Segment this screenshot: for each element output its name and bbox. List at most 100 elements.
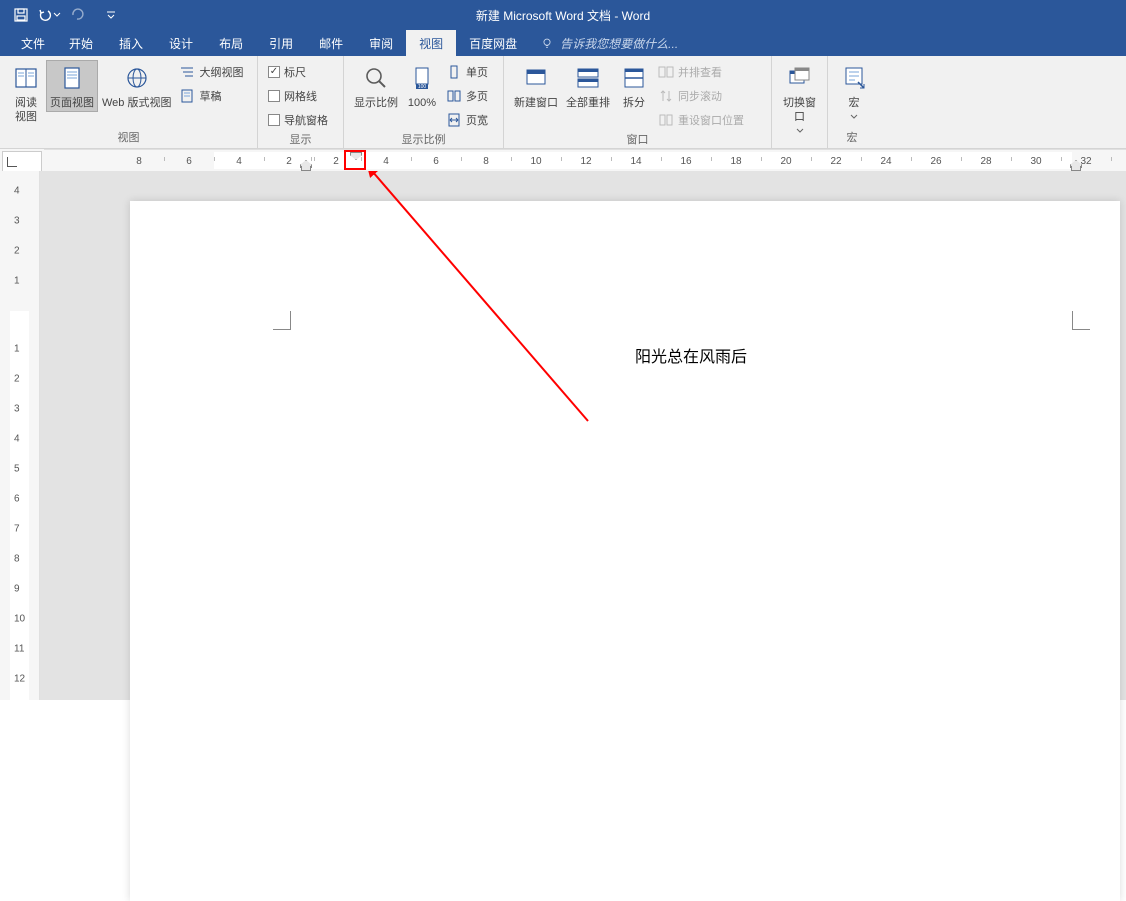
navpane-label: 导航窗格 xyxy=(284,112,328,128)
annotation-highlight-box xyxy=(344,150,366,170)
sync-scroll-icon xyxy=(658,88,674,104)
tab-file[interactable]: 文件 xyxy=(10,30,56,56)
ruler-label: 标尺 xyxy=(284,64,306,80)
tab-design[interactable]: 设计 xyxy=(156,30,206,56)
switch-windows-button[interactable]: 切换窗口 xyxy=(778,60,821,140)
page[interactable]: 阳光总在风雨后 xyxy=(130,201,1120,901)
checkbox-icon xyxy=(268,66,280,78)
group-switch-window: 切换窗口 xyxy=(772,56,828,148)
tab-mailings[interactable]: 邮件 xyxy=(306,30,356,56)
gridlines-checkbox[interactable]: 网格线 xyxy=(268,86,328,106)
ribbon-tabs: 文件 开始 插入 设计 布局 引用 邮件 审阅 视图 百度网盘 告诉我您想要做什… xyxy=(0,30,1126,56)
tell-me-placeholder: 告诉我您想要做什么... xyxy=(560,35,678,52)
window-title: 新建 Microsoft Word 文档 - Word xyxy=(476,7,650,24)
zoom-label: 显示比例 xyxy=(354,96,398,110)
sync-scroll-label: 同步滚动 xyxy=(678,88,722,104)
zoom-100-button[interactable]: 100 100% xyxy=(402,60,442,112)
tab-stop-selector[interactable] xyxy=(2,151,42,173)
svg-text:100: 100 xyxy=(418,84,427,90)
hanging-indent-marker[interactable] xyxy=(300,160,312,171)
customize-qat-button[interactable] xyxy=(104,3,118,27)
split-button[interactable]: 拆分 xyxy=(614,60,654,112)
web-layout-button[interactable]: Web 版式视图 xyxy=(98,60,175,112)
tab-layout[interactable]: 布局 xyxy=(206,30,256,56)
group-macros: 宏 宏 xyxy=(828,56,876,148)
quick-access-toolbar xyxy=(0,3,118,27)
book-icon xyxy=(12,64,40,92)
arrange-all-button[interactable]: 全部重排 xyxy=(562,60,614,112)
split-label: 拆分 xyxy=(623,96,645,110)
sync-scroll-button: 同步滚动 xyxy=(658,86,744,106)
reset-window-pos-button: 重设窗口位置 xyxy=(658,110,744,130)
redo-button[interactable] xyxy=(64,3,90,27)
read-mode-label: 阅读 视图 xyxy=(15,96,37,124)
tab-insert[interactable]: 插入 xyxy=(106,30,156,56)
qat-separator xyxy=(92,3,102,27)
tab-review[interactable]: 审阅 xyxy=(356,30,406,56)
one-page-label: 单页 xyxy=(466,64,488,80)
macros-button[interactable]: 宏 xyxy=(834,60,874,126)
new-window-button[interactable]: 新建窗口 xyxy=(510,60,562,112)
one-page-button[interactable]: 单页 xyxy=(446,62,488,82)
chevron-down-icon xyxy=(106,10,116,20)
print-layout-button[interactable]: 页面视图 xyxy=(46,60,98,112)
group-views: 阅读 视图 页面视图 Web 版式视图 大纲视图 草稿 视图 xyxy=(0,56,258,148)
tab-baidu[interactable]: 百度网盘 xyxy=(456,30,530,56)
draft-view-button[interactable]: 草稿 xyxy=(179,86,243,106)
side-by-side-icon xyxy=(658,64,674,80)
group-zoom-label: 显示比例 xyxy=(350,132,497,148)
chevron-down-icon xyxy=(53,11,61,19)
page-width-icon xyxy=(446,112,462,128)
right-indent-marker[interactable] xyxy=(1070,160,1082,171)
reset-pos-icon xyxy=(658,112,674,128)
draft-label: 草稿 xyxy=(199,88,221,104)
new-window-icon xyxy=(522,64,550,92)
ruler-ticks: 8642246810121416182022242628303234363840… xyxy=(44,150,1126,171)
save-button[interactable] xyxy=(8,3,34,27)
tab-home[interactable]: 开始 xyxy=(56,30,106,56)
new-window-label: 新建窗口 xyxy=(514,96,558,110)
outline-icon xyxy=(179,64,195,80)
outline-view-button[interactable]: 大纲视图 xyxy=(179,62,243,82)
page-100-icon: 100 xyxy=(408,64,436,92)
document-canvas[interactable]: 阳光总在风雨后 xyxy=(40,171,1126,700)
web-layout-label: Web 版式视图 xyxy=(102,96,171,110)
tab-view[interactable]: 视图 xyxy=(406,30,456,56)
save-icon xyxy=(13,7,29,23)
tab-stop-icon xyxy=(7,157,17,167)
split-icon xyxy=(620,64,648,92)
redo-icon xyxy=(69,7,85,23)
multi-page-button[interactable]: 多页 xyxy=(446,86,488,106)
group-show-label: 显示 xyxy=(264,132,337,148)
horizontal-ruler[interactable]: 8642246810121416182022242628303234363840… xyxy=(44,149,1126,171)
switch-windows-label: 切换窗口 xyxy=(782,96,817,138)
undo-button[interactable] xyxy=(36,3,62,27)
chevron-down-icon xyxy=(850,114,858,120)
undo-icon xyxy=(37,7,53,23)
ruler-checkbox[interactable]: 标尺 xyxy=(268,62,328,82)
multi-page-icon xyxy=(446,88,462,104)
read-mode-button[interactable]: 阅读 视图 xyxy=(6,60,46,126)
side-by-side-label: 并排查看 xyxy=(678,64,722,80)
navpane-checkbox[interactable]: 导航窗格 xyxy=(268,110,328,130)
tell-me-search[interactable]: 告诉我您想要做什么... xyxy=(540,30,678,56)
group-window-label: 窗口 xyxy=(510,132,765,148)
group-views-label: 视图 xyxy=(6,130,251,148)
page-width-label: 页宽 xyxy=(466,112,488,128)
side-by-side-button: 并排查看 xyxy=(658,62,744,82)
tab-references[interactable]: 引用 xyxy=(256,30,306,56)
document-text[interactable]: 阳光总在风雨后 xyxy=(635,343,747,367)
web-icon xyxy=(123,64,151,92)
one-page-icon xyxy=(446,64,462,80)
group-window: 新建窗口 全部重排 拆分 并排查看 同步滚动 xyxy=(504,56,772,148)
macros-icon xyxy=(840,64,868,92)
reset-pos-label: 重设窗口位置 xyxy=(678,112,744,128)
arrange-all-label: 全部重排 xyxy=(566,96,610,110)
horizontal-ruler-area: 8642246810121416182022242628303234363840… xyxy=(0,149,1126,171)
magnifier-icon xyxy=(362,64,390,92)
page-width-button[interactable]: 页宽 xyxy=(446,110,488,130)
arrange-icon xyxy=(574,64,602,92)
zoom-button[interactable]: 显示比例 xyxy=(350,60,402,112)
vertical-ruler[interactable]: 4321123456789101112 xyxy=(0,171,40,700)
empty-label xyxy=(778,140,821,148)
